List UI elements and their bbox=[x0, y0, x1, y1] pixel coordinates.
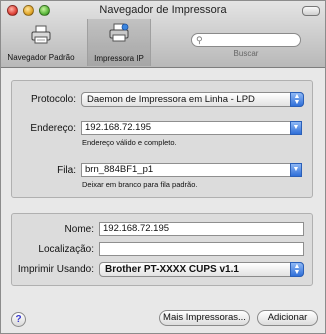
print-using-popup[interactable]: Brother PT-XXXX CUPS v1.1 ▲ ▼ bbox=[99, 262, 304, 277]
search-field[interactable]: ⚲ bbox=[191, 33, 301, 47]
address-hint: Endereço válido e completo. bbox=[82, 138, 177, 147]
search-caption: Buscar bbox=[233, 49, 259, 58]
toolbar-default-browser[interactable]: Navegador Padrão bbox=[1, 21, 81, 65]
more-printers-button[interactable]: Mais Impressoras... bbox=[159, 310, 250, 326]
title-toolbar-area: Navegador de Impressora Navegador Padrão… bbox=[1, 1, 325, 68]
ip-printer-icon bbox=[109, 23, 129, 42]
popup-arrows-icon: ▲ ▼ bbox=[290, 262, 304, 277]
printer-icon bbox=[31, 25, 51, 44]
help-icon[interactable]: ? bbox=[11, 312, 26, 327]
location-label: Localização: bbox=[38, 244, 94, 255]
queue-value: brn_884BF1_p1 bbox=[85, 164, 154, 175]
search-input[interactable] bbox=[206, 34, 296, 46]
location-field[interactable] bbox=[99, 242, 304, 256]
toolbar-ip-printer[interactable]: Impressora IP bbox=[87, 19, 151, 66]
queue-label: Fila: bbox=[57, 165, 76, 176]
printer-browser-window: Navegador de Impressora Navegador Padrão… bbox=[0, 0, 326, 334]
toolbar-ip-printer-label: Impressora IP bbox=[94, 54, 144, 63]
address-label: Endereço: bbox=[30, 123, 76, 134]
protocol-value: Daemon de Impressora em Linha - LPD bbox=[87, 94, 255, 105]
name-label: Nome: bbox=[64, 224, 94, 235]
print-using-label: Imprimir Usando: bbox=[17, 264, 94, 275]
connection-panel: Protocolo: Daemon de Impressora em Linha… bbox=[11, 80, 313, 198]
combo-dropdown-icon[interactable]: ▼ bbox=[290, 121, 302, 135]
search-icon: ⚲ bbox=[196, 35, 203, 45]
queue-combo[interactable]: brn_884BF1_p1 ▼ bbox=[81, 163, 302, 177]
protocol-label: Protocolo: bbox=[30, 94, 76, 105]
print-using-value: Brother PT-XXXX CUPS v1.1 bbox=[105, 264, 239, 275]
popup-arrows-icon: ▲ ▼ bbox=[290, 92, 304, 107]
search-area: ⚲ Buscar bbox=[191, 33, 301, 58]
name-field[interactable]: 192.168.72.195 bbox=[99, 222, 304, 236]
protocol-popup[interactable]: Daemon de Impressora em Linha - LPD ▲ ▼ bbox=[81, 92, 304, 107]
toolbar-default-browser-label: Navegador Padrão bbox=[7, 53, 75, 62]
toolbar-toggle-button[interactable] bbox=[302, 6, 320, 16]
printer-details-panel: Nome: 192.168.72.195 Localização: Imprim… bbox=[11, 213, 313, 286]
combo-dropdown-icon[interactable]: ▼ bbox=[290, 163, 302, 177]
address-value: 192.168.72.195 bbox=[85, 122, 152, 133]
add-button[interactable]: Adicionar bbox=[257, 310, 318, 326]
queue-hint: Deixar em branco para fila padrão. bbox=[82, 180, 198, 189]
address-combo[interactable]: 192.168.72.195 ▼ bbox=[81, 121, 302, 135]
window-title: Navegador de Impressora bbox=[99, 4, 227, 16]
